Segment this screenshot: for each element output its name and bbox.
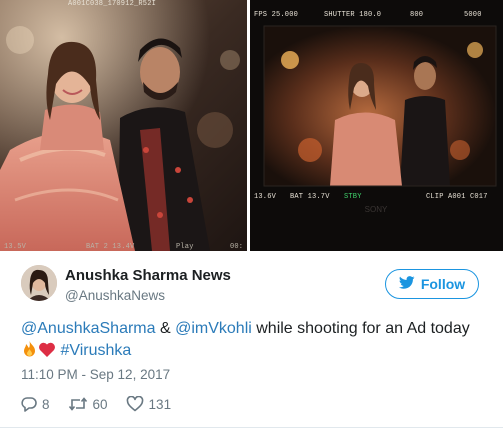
mention-anushkasharma[interactable]: @AnushkaSharma <box>21 320 156 337</box>
hashtag-virushka[interactable]: #Virushka <box>60 342 131 359</box>
retweet-action[interactable]: 60 <box>68 396 108 412</box>
reply-icon <box>21 396 37 412</box>
left-hud-play: Play <box>176 243 194 251</box>
fire-emoji-icon <box>21 340 38 365</box>
photo-left-image <box>0 0 247 251</box>
right-hud-wb: 5000 <box>464 11 482 19</box>
sony-watermark: SONY <box>365 205 388 214</box>
user-handle[interactable]: @AnushkaNews <box>65 288 165 303</box>
retweet-count: 60 <box>92 396 108 412</box>
follow-button[interactable]: Follow <box>385 269 479 299</box>
mention-imvkohli[interactable]: @imVkohli <box>175 320 252 337</box>
tweet-actions: 8 60 131 <box>21 395 189 413</box>
display-name[interactable]: Anushka Sharma News <box>65 267 231 284</box>
retweet-icon <box>68 396 88 412</box>
right-hud-voltage: 13.6V <box>254 193 277 201</box>
left-hud-battery: BAT 2 13.4V <box>86 243 135 251</box>
right-hud-clip: CLIP A001 C017 <box>426 193 488 201</box>
right-hud-standby: STBY <box>344 193 362 201</box>
twitter-bird-icon <box>398 276 415 292</box>
left-hud-voltage: 13.5V <box>4 243 27 251</box>
right-hud-iso: 800 <box>410 11 424 19</box>
left-top-hud: A001C038_170912_R52I <box>68 0 157 8</box>
like-count: 131 <box>148 396 172 412</box>
reply-action[interactable]: 8 <box>21 396 50 412</box>
photo-right[interactable]: SONY FPS 25.000 SHUTTER 180.0 800 5000 1… <box>250 0 503 251</box>
like-action[interactable]: 131 <box>126 396 172 412</box>
tweet-timestamp[interactable]: 11:10 PM - Sep 12, 2017 <box>21 367 170 382</box>
right-hud-shutter: SHUTTER 180.0 <box>324 11 382 19</box>
follow-label: Follow <box>420 276 466 292</box>
left-hud-timecode: 00: <box>230 243 244 251</box>
tweet-text-rest: while shooting for an Ad today <box>251 320 470 337</box>
avatar-image <box>21 265 57 301</box>
right-hud-fps: FPS 25.000 <box>254 11 299 19</box>
heart-icon <box>126 396 144 412</box>
avatar[interactable] <box>21 265 57 301</box>
photo-right-image: SONY <box>250 0 503 251</box>
red-heart-emoji-icon <box>38 341 56 365</box>
photo-left[interactable]: A001C038_170912_R52I 13.5V BAT 2 13.4V P… <box>0 0 247 251</box>
tweet-text-amp: & <box>155 320 176 337</box>
reply-count: 8 <box>42 396 50 412</box>
right-hud-battery: BAT 13.7V <box>290 193 330 201</box>
tweet-text: @AnushkaSharma & @imVkohli while shootin… <box>21 318 486 365</box>
card-bottom-border <box>0 427 503 428</box>
tweet-embed-card: A001C038_170912_R52I 13.5V BAT 2 13.4V P… <box>0 0 503 429</box>
tweet-media[interactable]: A001C038_170912_R52I 13.5V BAT 2 13.4V P… <box>0 0 503 251</box>
